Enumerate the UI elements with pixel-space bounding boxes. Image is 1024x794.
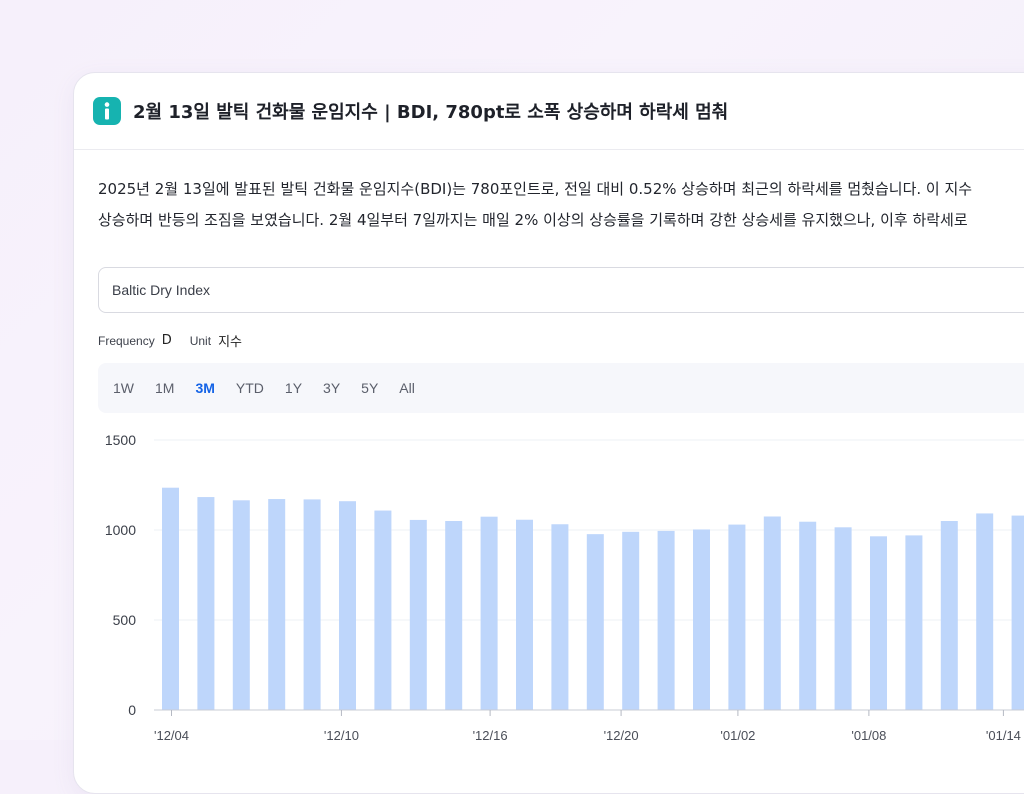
bar [197, 497, 215, 710]
bar [162, 487, 179, 710]
bar [374, 510, 392, 710]
card-title: 2월 13일 발틱 건화물 운임지수 | BDI, 780pt로 소폭 상승하며… [133, 102, 729, 123]
x-tick-label: '12/04 [154, 728, 189, 743]
bar [445, 521, 463, 710]
bar [516, 519, 533, 710]
unit-value: 지수 [218, 335, 242, 350]
bar [1011, 515, 1024, 710]
bar [870, 536, 887, 710]
info-icon [93, 97, 121, 125]
y-tick-label: 1500 [105, 432, 136, 448]
x-tick-label: '01/02 [720, 728, 755, 743]
description-line: 상승하며 반등의 조짐을 보였습니다. 2월 4일부터 7일까지는 매일 2% … [98, 211, 968, 229]
x-tick-label: '01/08 [851, 728, 886, 743]
range-button-1y[interactable]: 1Y [285, 380, 302, 396]
range-selector: 1W 1M 3M YTD 1Y 3Y 5Y All [98, 363, 1024, 413]
x-tick-label: '01/14 [986, 728, 1021, 743]
bar [232, 500, 250, 710]
bar [480, 516, 498, 710]
bar [303, 499, 321, 710]
x-tick-label: '12/16 [473, 728, 508, 743]
frequency-value: D [161, 333, 172, 348]
series-meta: Frequency D Unit 지수 [98, 331, 260, 350]
series-input[interactable]: Baltic Dry Index [98, 267, 1024, 313]
bar [551, 524, 569, 710]
bar [622, 531, 640, 710]
bar [799, 521, 817, 710]
bar [657, 530, 675, 710]
bar [763, 516, 781, 710]
news-card: 2월 13일 발틱 건화물 운임지수 | BDI, 780pt로 소폭 상승하며… [73, 72, 1024, 794]
x-tick-label: '12/10 [324, 728, 359, 743]
bar [976, 513, 994, 710]
description: 2025년 2월 13일에 발표된 발틱 건화물 운임지수(BDI)는 780포… [98, 174, 1024, 236]
range-button-5y[interactable]: 5Y [361, 380, 378, 396]
range-button-1w[interactable]: 1W [113, 380, 134, 396]
card-header: 2월 13일 발틱 건화물 운임지수 | BDI, 780pt로 소폭 상승하며… [74, 73, 1024, 150]
bar [339, 501, 356, 710]
unit-label: Unit [189, 333, 212, 348]
bar [409, 519, 427, 710]
y-tick-label: 1000 [105, 522, 136, 538]
range-button-all[interactable]: All [399, 380, 415, 396]
frequency-label: Frequency [98, 333, 155, 348]
bar [586, 534, 604, 710]
range-button-ytd[interactable]: YTD [236, 380, 264, 396]
y-tick-label: 0 [128, 702, 136, 718]
x-tick-label: '12/20 [604, 728, 639, 743]
bar [834, 527, 852, 710]
range-button-3m[interactable]: 3M [195, 380, 214, 396]
description-line: 2025년 2월 13일에 발표된 발틱 건화물 운임지수(BDI)는 780포… [98, 180, 973, 198]
bar [693, 529, 710, 710]
series-input-value: Baltic Dry Index [112, 282, 211, 298]
bar [728, 524, 746, 710]
bar [905, 535, 923, 710]
range-button-1m[interactable]: 1M [155, 380, 174, 396]
range-button-3y[interactable]: 3Y [323, 380, 340, 396]
bdi-bar-chart: 0 500 1000 1500 '12/04 '12/10 '12/16 '12/20 '01/… [105, 432, 1024, 743]
y-tick-label: 500 [113, 612, 137, 628]
bar [940, 521, 958, 710]
bar [268, 499, 286, 710]
